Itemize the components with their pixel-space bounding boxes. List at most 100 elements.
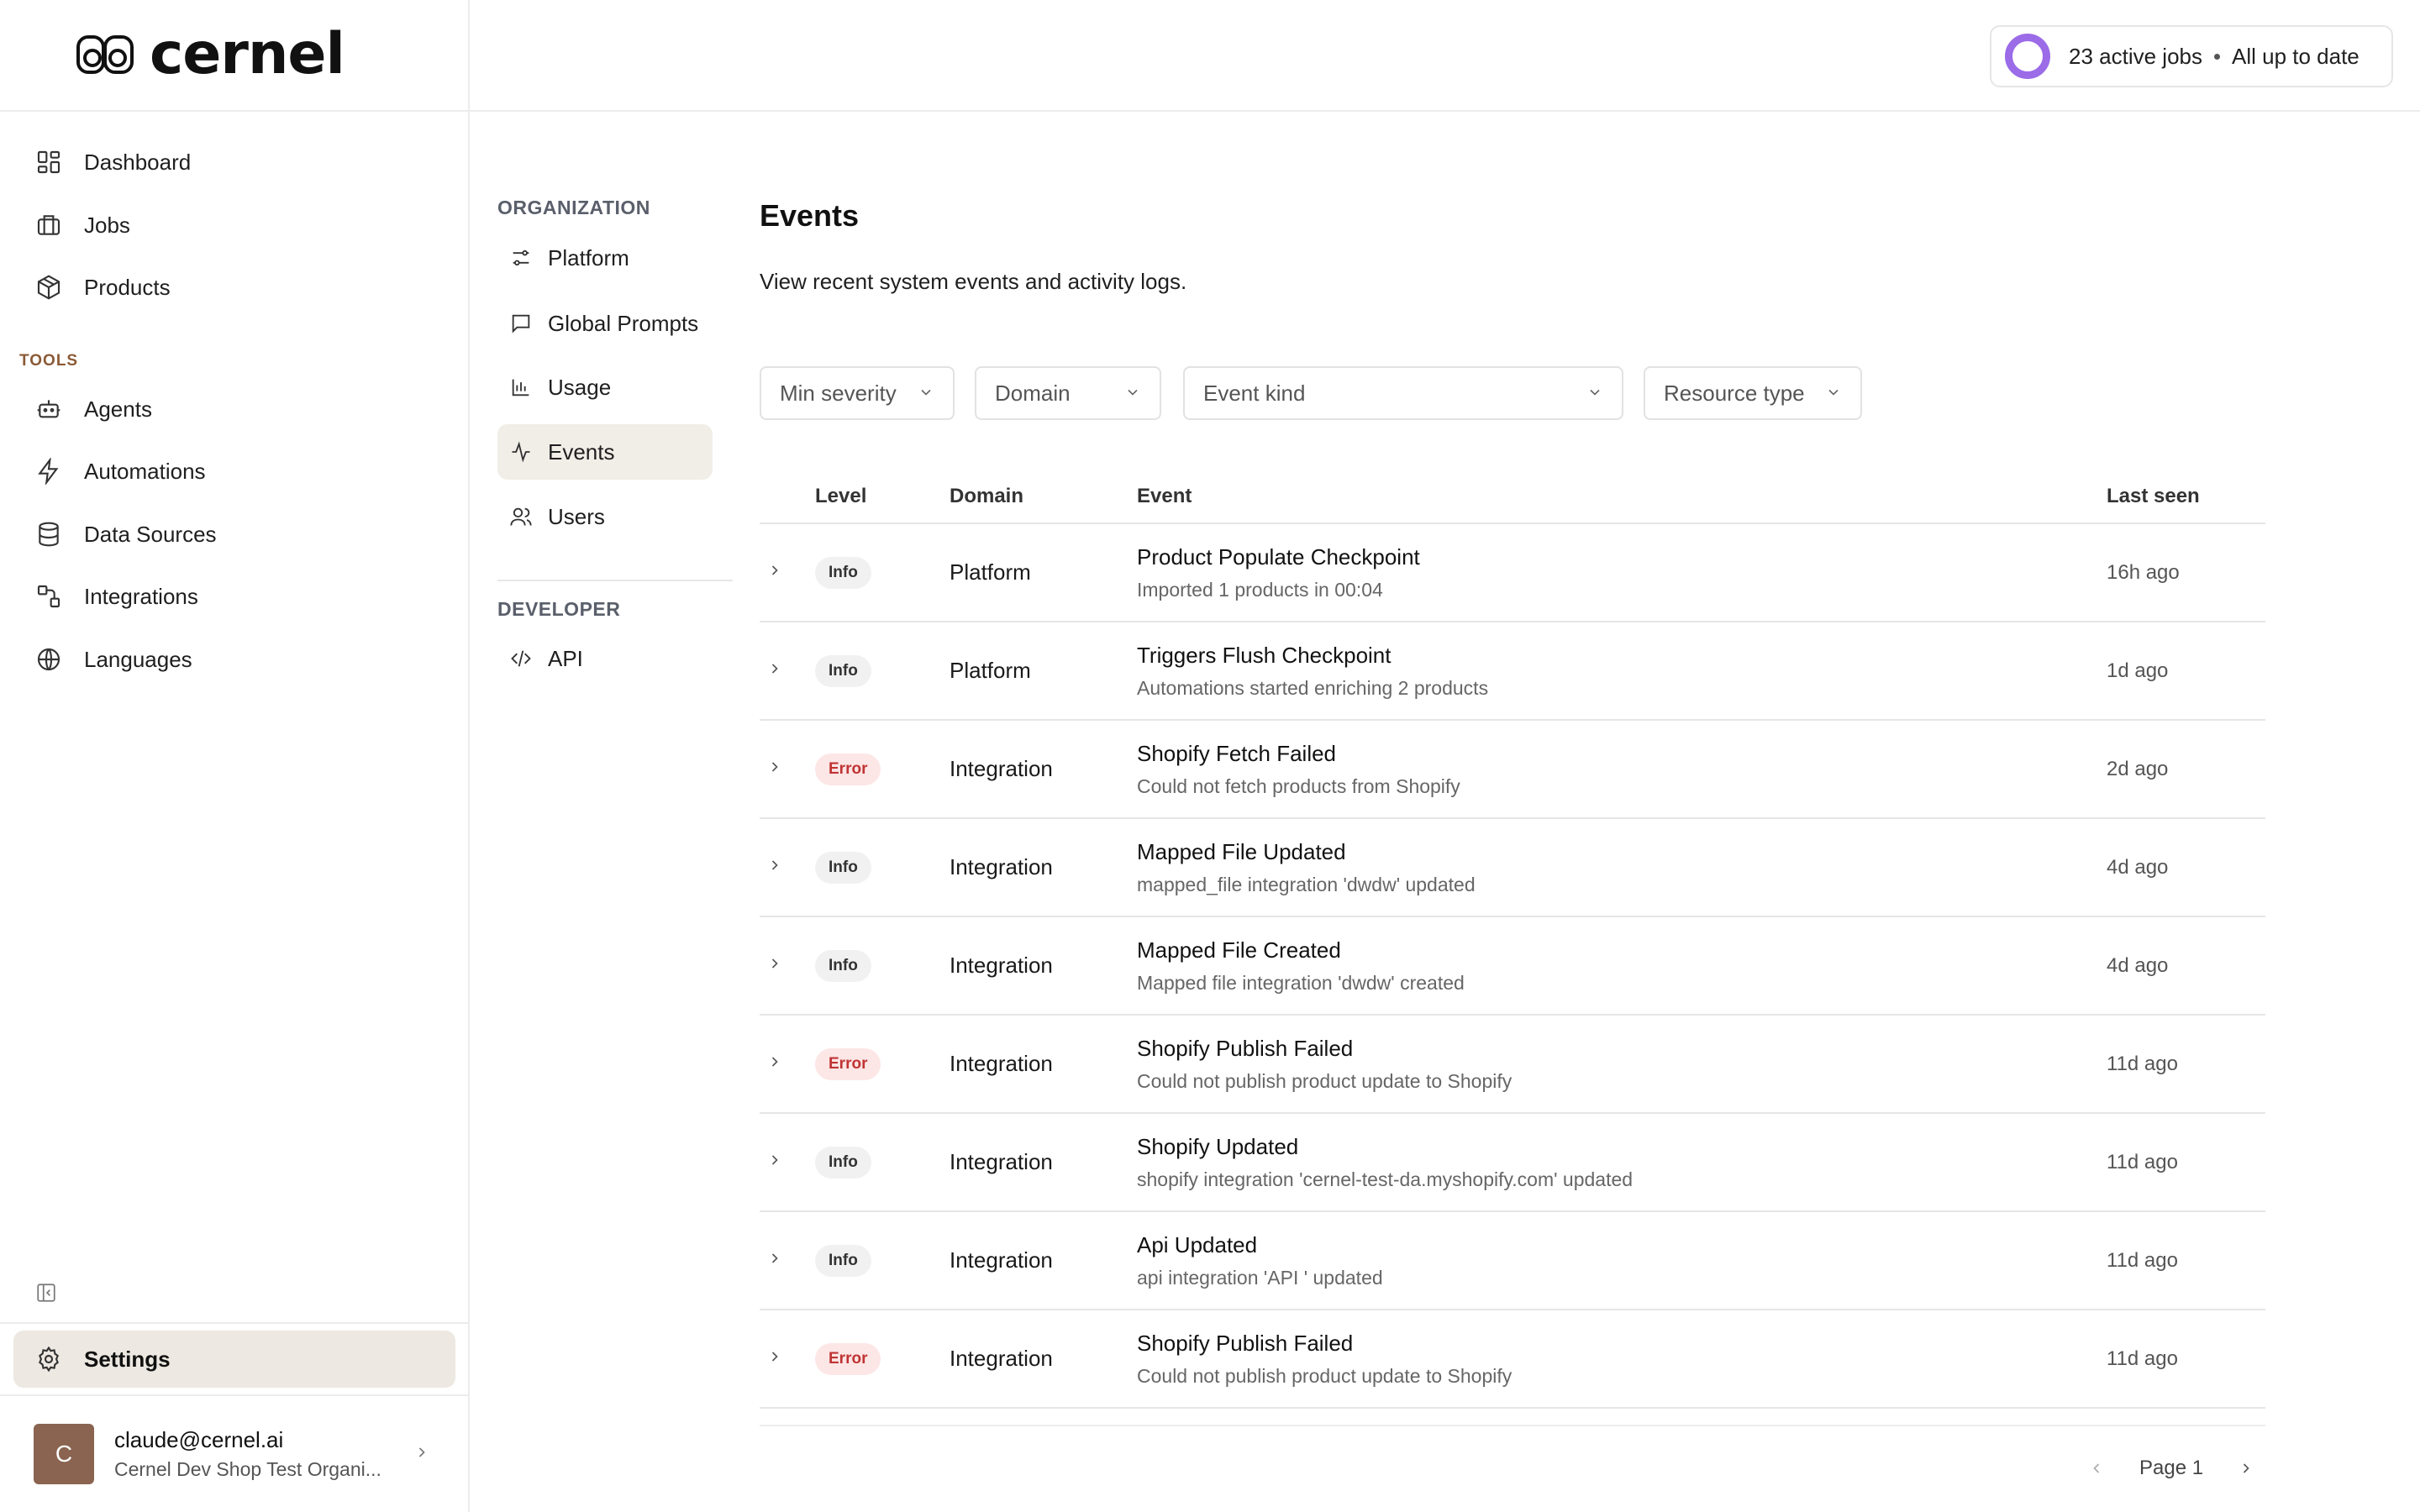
last-seen-cell: 4d ago xyxy=(2107,855,2169,879)
level-badge: Error xyxy=(815,1342,881,1375)
subnav-item-label: Usage xyxy=(548,374,612,400)
sidebar-item-dashboard[interactable]: Dashboard xyxy=(13,135,455,189)
subnav-item-events[interactable]: Events xyxy=(497,424,713,480)
sidebar: cernel Dashboard Jobs Products TOOLS Age… xyxy=(0,0,470,1512)
event-subtitle: shopify integration 'cernel-test-da.mysh… xyxy=(1137,1168,1634,1190)
sidebar-item-products[interactable]: Products xyxy=(13,260,455,314)
divider xyxy=(0,110,470,112)
column-header-domain[interactable]: Domain xyxy=(950,485,1137,508)
expand-row-button[interactable] xyxy=(760,1053,815,1074)
column-header-level[interactable]: Level xyxy=(815,485,950,508)
event-subtitle: mapped_file integration 'dwdw' updated xyxy=(1137,873,1476,895)
table-row[interactable]: Info Integration Shopify Updated shopify in… xyxy=(760,1114,2265,1212)
resource-type-select[interactable]: Resource type xyxy=(1644,366,1862,420)
expand-row-button[interactable] xyxy=(760,1348,815,1369)
sidebar-item-label: Products xyxy=(84,274,171,300)
settings-label: Settings xyxy=(84,1346,171,1372)
subnav-item-global-prompts[interactable]: Global Prompts xyxy=(497,296,713,351)
event-cell: Product Populate Checkpoint Imported 1 pr… xyxy=(1137,544,2107,601)
domain-cell: Platform xyxy=(950,658,1031,683)
table-row[interactable]: Info Platform Triggers Flush Checkpoint Aut… xyxy=(760,622,2265,721)
separator-dot xyxy=(2213,53,2220,60)
event-title: Mapped File Created xyxy=(1137,937,1341,963)
event-cell: Triggers Flush Checkpoint Automations sta… xyxy=(1137,643,2107,700)
user-menu[interactable]: C claude@cernel.ai Cernel Dev Shop Test … xyxy=(34,1423,437,1485)
subnav-item-users[interactable]: Users xyxy=(497,489,713,544)
active-jobs-indicator[interactable]: 23 active jobs All up to date xyxy=(1990,25,2393,87)
page-title: Events xyxy=(760,198,860,233)
divider xyxy=(497,580,733,581)
level-badge: Info xyxy=(815,1244,871,1277)
domain-cell: Integration xyxy=(950,1051,1053,1076)
chevron-right-icon xyxy=(766,562,783,583)
subnav-item-label: API xyxy=(548,645,583,671)
expand-row-button[interactable] xyxy=(760,955,815,976)
sliders-icon xyxy=(508,244,534,271)
table-row[interactable]: Info Integration Mapped File Updated mapped… xyxy=(760,819,2265,917)
event-cell: Shopify Fetch Failed Could not fetch prod… xyxy=(1137,741,2107,798)
page-description: View recent system events and activity l… xyxy=(760,269,1187,294)
event-cell: Api Updated api integration 'API ' update… xyxy=(1137,1232,2107,1289)
domain-value: Domain xyxy=(995,380,1071,406)
event-subtitle: Could not publish product update to Shop… xyxy=(1137,1364,1512,1387)
sidebar-item-agents[interactable]: Agents xyxy=(13,382,455,436)
brand-logo[interactable]: cernel xyxy=(76,26,345,83)
briefcase-icon xyxy=(32,208,66,242)
sidebar-item-automations[interactable]: Automations xyxy=(13,444,455,498)
expand-row-button[interactable] xyxy=(760,1250,815,1271)
table-row[interactable]: Error Integration Shopify Fetch Failed Coul… xyxy=(760,721,2265,819)
sidebar-item-settings[interactable]: Settings xyxy=(13,1331,455,1388)
expand-row-button[interactable] xyxy=(760,1152,815,1173)
column-header-last-seen[interactable]: Last seen xyxy=(2107,485,2265,508)
page-indicator: Page 1 xyxy=(2139,1457,2204,1479)
domain-cell: Integration xyxy=(950,854,1053,879)
event-title: Shopify Fetch Failed xyxy=(1137,740,1337,766)
next-page-icon[interactable] xyxy=(2233,1456,2259,1481)
header-divider xyxy=(470,110,2420,112)
table-row[interactable]: Info Platform Product Populate Checkpoint I… xyxy=(760,524,2265,622)
chevron-right-icon xyxy=(766,759,783,780)
last-seen-cell: 2d ago xyxy=(2107,757,2169,780)
collapse-sidebar-icon[interactable] xyxy=(34,1280,59,1305)
level-badge: Info xyxy=(815,1146,871,1179)
level-badge: Info xyxy=(815,851,871,884)
expand-row-button[interactable] xyxy=(760,857,815,878)
expand-row-button[interactable] xyxy=(760,660,815,681)
event-title: Triggers Flush Checkpoint xyxy=(1137,642,1392,668)
sidebar-item-integrations[interactable]: Integrations xyxy=(13,570,455,623)
chevron-down-icon xyxy=(1586,381,1603,407)
event-kind-select[interactable]: Event kind xyxy=(1183,366,1623,420)
min-severity-value: Min severity xyxy=(780,380,897,406)
table-body: Info Platform Product Populate Checkpoint I… xyxy=(760,524,2265,1409)
user-email: claude@cernel.ai xyxy=(114,1427,284,1452)
sidebar-item-data-sources[interactable]: Data Sources xyxy=(13,507,455,561)
subnav-item-api[interactable]: API xyxy=(497,631,713,686)
previous-page-icon[interactable] xyxy=(2084,1456,2109,1481)
sidebar-item-jobs[interactable]: Jobs xyxy=(13,198,455,252)
events-table: Level Domain Event Last seen Info Platfor… xyxy=(760,470,2265,1409)
sidebar-item-label: Jobs xyxy=(84,212,130,238)
column-header-event[interactable]: Event xyxy=(1137,485,2107,508)
sidebar-item-languages[interactable]: Languages xyxy=(13,633,455,686)
domain-cell: Platform xyxy=(950,559,1031,585)
event-cell: Shopify Publish Failed Could not publish … xyxy=(1137,1331,2107,1388)
expand-row-button[interactable] xyxy=(760,759,815,780)
event-kind-value: Event kind xyxy=(1203,380,1306,406)
table-row[interactable]: Info Integration Mapped File Created Mapped… xyxy=(760,917,2265,1016)
subnav-item-usage[interactable]: Usage xyxy=(497,360,713,415)
table-row[interactable]: Error Integration Shopify Publish Failed Co… xyxy=(760,1310,2265,1409)
jobs-progress-ring xyxy=(2005,34,2050,79)
event-title: Mapped File Updated xyxy=(1137,838,1346,864)
table-row[interactable]: Error Integration Shopify Publish Failed Co… xyxy=(760,1016,2265,1114)
min-severity-select[interactable]: Min severity xyxy=(760,366,955,420)
table-header: Level Domain Event Last seen xyxy=(760,470,2265,524)
event-subtitle: Automations started enriching 2 products xyxy=(1137,676,1489,699)
subnav-item-label: Users xyxy=(548,503,605,529)
expand-row-button[interactable] xyxy=(760,562,815,583)
sidebar-item-label: Dashboard xyxy=(84,149,192,175)
globe-icon xyxy=(32,643,66,676)
table-row[interactable]: Info Integration Api Updated api integratio… xyxy=(760,1212,2265,1310)
event-cell: Mapped File Created Mapped file integrati… xyxy=(1137,937,2107,995)
subnav-item-platform[interactable]: Platform xyxy=(497,230,713,286)
domain-select[interactable]: Domain xyxy=(975,366,1161,420)
